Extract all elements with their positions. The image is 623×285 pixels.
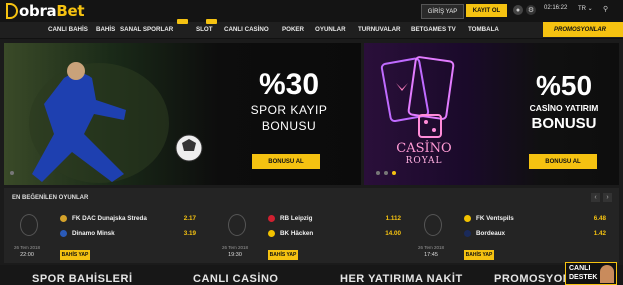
nav-bahis[interactable]: BAHİS: [96, 26, 115, 33]
bet-button[interactable]: BAHİS YAP: [60, 250, 90, 260]
feature-title[interactable]: SPOR BAHİSLERİ: [32, 273, 133, 285]
nav-poker[interactable]: POKER: [282, 26, 304, 33]
home-odd[interactable]: 1.112: [377, 215, 401, 222]
team-crest-icon: [60, 230, 67, 237]
feature-title[interactable]: PROMOSYON: [494, 273, 571, 285]
home-team: FK Ventspils: [476, 215, 514, 222]
match-date: 26 Tem 2018: [222, 245, 248, 250]
bet-button[interactable]: BAHİS YAP: [268, 250, 298, 260]
neon-royal-text: ROYAL: [405, 156, 443, 166]
new-badge: [206, 19, 217, 24]
trophy-icon: [228, 214, 246, 236]
bonus-button[interactable]: BONUSU AL: [252, 154, 320, 169]
match-card[interactable]: 26 Tem 2018 19:30 RB Leipzig 1.112 BK Hä…: [220, 204, 420, 264]
neon-casino-text: CASİNO: [396, 141, 452, 156]
brand-accent: Bet: [56, 2, 85, 20]
away-odd[interactable]: 3.19: [172, 230, 196, 237]
team-crest-icon: [268, 230, 275, 237]
next-arrow-icon[interactable]: ›: [603, 193, 612, 202]
team-crest-icon: [464, 230, 471, 237]
logo-mark-icon: [6, 3, 18, 19]
carousel-dot[interactable]: [376, 171, 380, 175]
feature-title[interactable]: CANLI CASİNO: [193, 273, 278, 285]
brand-name: obra: [19, 2, 57, 20]
live-support-line2: DESTEK: [569, 274, 598, 281]
match-time: 22:00: [20, 252, 34, 258]
carousel-dot-active[interactable]: [392, 171, 396, 175]
nav-tombala[interactable]: TOMBALA: [468, 26, 499, 33]
home-odd[interactable]: 2.17: [172, 215, 196, 222]
user-icon[interactable]: ●: [513, 5, 523, 15]
home-odd[interactable]: 6.48: [582, 215, 606, 222]
clock: 02:16:22: [544, 5, 568, 11]
banner-line2: BONUSU: [261, 119, 317, 133]
match-date: 26 Tem 2018: [418, 245, 444, 250]
sports-bonus-banner[interactable]: %30 SPOR KAYIP BONUSU BONUSU AL: [4, 43, 361, 185]
nav-canli-casino[interactable]: CANLI CASİNO: [224, 26, 269, 33]
support-agent-avatar: [600, 265, 614, 283]
brand-logo[interactable]: obraBet: [6, 2, 85, 20]
home-team: RB Leipzig: [280, 215, 313, 222]
nav-oyunlar[interactable]: OYUNLAR: [315, 26, 346, 33]
away-odd[interactable]: 14.00: [377, 230, 401, 237]
home-team: FK DAC Dunajska Streda: [72, 215, 147, 222]
team-crest-icon: [464, 215, 471, 222]
team-crest-icon: [60, 215, 67, 222]
banner-line2: BONUSU: [531, 115, 597, 132]
settings-icon[interactable]: ⚙: [526, 5, 536, 15]
banner-percent: %50: [535, 70, 593, 101]
away-odd[interactable]: 1.42: [582, 230, 606, 237]
search-icon[interactable]: ⚲: [603, 5, 608, 13]
language-selector[interactable]: TR ⌄: [578, 5, 593, 12]
nav-slot[interactable]: SLOT: [196, 26, 213, 33]
away-team: Bordeaux: [476, 230, 506, 237]
away-team: BK Häcken: [280, 230, 314, 237]
live-support-button[interactable]: CANLI DESTEK: [565, 262, 617, 285]
casino-bonus-banner[interactable]: CASİNO ROYAL %50 CASİNO YATIRIM BONUSU B…: [364, 43, 619, 185]
match-date: 26 Tem 2018: [14, 245, 40, 250]
banner-line1: CASİNO YATIRIM: [529, 103, 599, 113]
nav-turnuvalar[interactable]: TURNUVALAR: [358, 26, 401, 33]
trophy-icon: [20, 214, 38, 236]
new-badge: [177, 19, 188, 24]
main-nav: [0, 22, 623, 39]
nav-canli-bahis[interactable]: CANLI BAHİS: [48, 26, 88, 33]
nav-betgames-tv[interactable]: BETGAMES TV: [411, 26, 456, 33]
signup-button[interactable]: KAYIT OL: [466, 4, 507, 17]
feature-title[interactable]: HER YATIRIMA NAKİT: [340, 273, 463, 285]
bet-button[interactable]: BAHİS YAP: [464, 250, 494, 260]
match-card[interactable]: 26 Tem 2018 17:45 FK Ventspils 6.48 Bord…: [416, 204, 616, 264]
bonus-button[interactable]: BONUSU AL: [529, 154, 597, 169]
prev-arrow-icon[interactable]: ‹: [591, 193, 600, 202]
nav-sanal-sporlar[interactable]: SANAL SPORLAR: [120, 26, 173, 33]
section-title: EN BEĞENİLEN OYUNLAR: [12, 195, 89, 201]
login-button[interactable]: GİRİŞ YAP: [421, 4, 464, 19]
match-time: 17:45: [424, 252, 438, 258]
carousel-dot[interactable]: [384, 171, 388, 175]
live-support-line1: CANLI: [569, 265, 591, 272]
trophy-icon: [424, 214, 442, 236]
away-team: Dinamo Minsk: [72, 230, 115, 237]
team-crest-icon: [268, 215, 275, 222]
match-card[interactable]: 26 Tem 2018 22:00 FK DAC Dunajska Streda…: [12, 204, 212, 264]
match-time: 19:30: [228, 252, 242, 258]
banner-line1: SPOR KAYIP: [250, 103, 328, 117]
promotions-tab[interactable]: PROMOSYONLAR: [543, 22, 623, 37]
carousel-dot[interactable]: [10, 171, 14, 175]
banner-percent: %30: [258, 68, 320, 101]
